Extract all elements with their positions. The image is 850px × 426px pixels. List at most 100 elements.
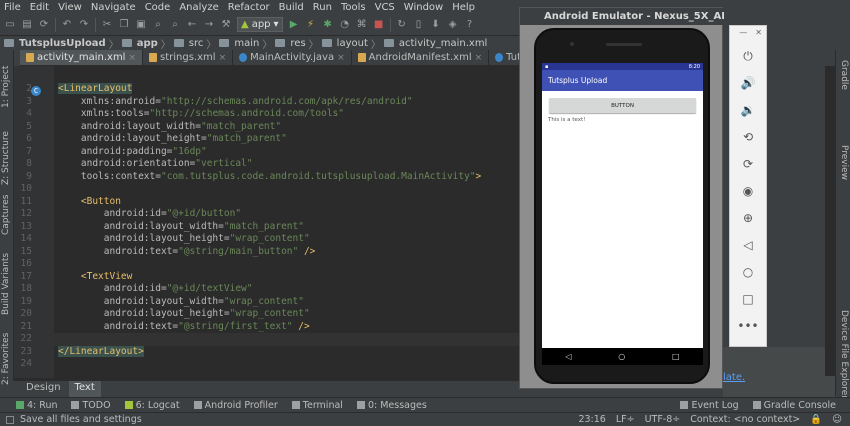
context-indicator[interactable]: Context: <no context>: [690, 414, 800, 425]
close-tab-icon[interactable]: ×: [337, 53, 345, 63]
left-tool-window-button[interactable]: Captures: [1, 195, 11, 235]
zoom-icon[interactable]: ⊕: [740, 210, 756, 226]
find-icon[interactable]: ⌕: [152, 19, 164, 31]
editor-tab[interactable]: strings.xml ×: [143, 50, 234, 65]
undo-icon[interactable]: ↶: [61, 19, 73, 31]
tab-text[interactable]: Text: [68, 381, 101, 397]
bottom-right-tool-button[interactable]: Event Log: [680, 400, 739, 411]
forward-icon[interactable]: →: [203, 19, 215, 31]
paste-icon[interactable]: ▣: [135, 19, 147, 31]
bottom-tool-button[interactable]: TODO: [71, 400, 111, 411]
menu-item-tools[interactable]: Tools: [341, 2, 366, 13]
left-tool-window-button[interactable]: 2: Favorites: [1, 333, 11, 385]
right-tool-window-button[interactable]: Gradle: [839, 60, 849, 90]
back-icon[interactable]: ◁: [740, 237, 756, 253]
home-icon[interactable]: ○: [740, 264, 756, 280]
more-icon[interactable]: •••: [737, 318, 758, 334]
attach-debugger-icon[interactable]: ⌘: [356, 19, 368, 31]
menu-item-help[interactable]: Help: [452, 2, 475, 13]
breadcrumb-item[interactable]: app: [137, 38, 158, 49]
menu-item-file[interactable]: File: [4, 2, 21, 13]
menu-item-navigate[interactable]: Navigate: [91, 2, 136, 13]
sdk-manager-icon[interactable]: ⬇: [430, 19, 442, 31]
open-folder-icon[interactable]: ▭: [4, 19, 16, 31]
link-fragment[interactable]: late.: [723, 372, 745, 383]
back-icon[interactable]: ←: [186, 19, 198, 31]
menu-item-run[interactable]: Run: [313, 2, 332, 13]
nav-recents-icon[interactable]: □: [672, 352, 680, 361]
help-icon[interactable]: ?: [464, 19, 476, 31]
bottom-tool-button[interactable]: 6: Logcat: [124, 400, 180, 411]
power-icon[interactable]: ⏻: [740, 48, 756, 64]
close-tab-icon[interactable]: ×: [219, 53, 227, 63]
rotate-left-icon[interactable]: ⟲: [740, 129, 756, 145]
breadcrumb-item[interactable]: layout: [337, 38, 368, 49]
editor-tab[interactable]: activity_main.xml ×: [20, 50, 144, 65]
editor-tab[interactable]: AndroidManifest.xml ×: [352, 50, 490, 65]
editor-tab[interactable]: MainActivity.java ×: [233, 50, 352, 65]
gradle-sync-icon[interactable]: ↻: [396, 19, 408, 31]
right-tool-window-button[interactable]: Preview: [839, 145, 849, 180]
menu-item-view[interactable]: View: [58, 2, 82, 13]
inspector-icon[interactable]: ☺: [832, 414, 842, 425]
sync-icon[interactable]: ⟳: [38, 19, 50, 31]
breadcrumb-item[interactable]: TutsplusUpload: [19, 38, 106, 49]
stop-icon[interactable]: ■: [373, 19, 385, 31]
caret-position[interactable]: 23:16: [578, 414, 605, 425]
screenshot-icon[interactable]: ◉: [740, 183, 756, 199]
avd-manager-icon[interactable]: ▯: [413, 19, 425, 31]
android-device-monitor-icon[interactable]: ◈: [447, 19, 459, 31]
nav-home-icon[interactable]: ○: [618, 352, 625, 361]
breadcrumb-item[interactable]: activity_main.xml: [399, 38, 487, 49]
status-toggle-icon[interactable]: [6, 415, 14, 424]
menu-item-vcs[interactable]: VCS: [375, 2, 395, 13]
close-tab-icon[interactable]: ×: [128, 53, 136, 63]
class-icon[interactable]: C: [31, 86, 41, 96]
menu-item-analyze[interactable]: Analyze: [179, 2, 218, 13]
breadcrumb-item[interactable]: src: [189, 38, 204, 49]
replace-icon[interactable]: ⌕: [169, 19, 181, 31]
breadcrumb-item[interactable]: res: [290, 38, 305, 49]
menu-item-code[interactable]: Code: [145, 2, 171, 13]
overview-icon[interactable]: □: [740, 291, 756, 307]
bottom-tool-button[interactable]: 4: Run: [16, 400, 57, 411]
app-button[interactable]: BUTTON: [549, 98, 696, 113]
menu-item-build[interactable]: Build: [279, 2, 304, 13]
copy-icon[interactable]: ❐: [118, 19, 130, 31]
lock-icon[interactable]: 🔒: [810, 414, 822, 425]
volume-up-icon[interactable]: 🔊: [740, 75, 756, 91]
device-screen[interactable]: ▪ 8:20 Tutsplus Upload BUTTON This is a …: [542, 63, 703, 348]
close-icon[interactable]: ✕: [755, 28, 762, 37]
left-tool-window-button[interactable]: 1: Project: [1, 66, 11, 108]
volume-down-icon[interactable]: 🔉: [740, 102, 756, 118]
save-icon[interactable]: ▤: [21, 19, 33, 31]
minimize-icon[interactable]: —: [739, 28, 747, 37]
bottom-tool-button[interactable]: Android Profiler: [193, 400, 278, 411]
file-encoding[interactable]: UTF-8÷: [645, 414, 681, 425]
make-project-icon[interactable]: ⚒: [220, 19, 232, 31]
bottom-right-tool-button[interactable]: Gradle Console: [752, 400, 836, 411]
menu-item-edit[interactable]: Edit: [30, 2, 49, 13]
menu-item-refactor[interactable]: Refactor: [228, 2, 270, 13]
right-tool-window-button[interactable]: Device File Explorer: [839, 310, 849, 399]
bottom-tool-button[interactable]: 0: Messages: [356, 400, 427, 411]
tab-design[interactable]: Design: [20, 381, 67, 397]
nav-back-icon[interactable]: ◁: [565, 352, 571, 361]
close-tab-icon[interactable]: ×: [475, 53, 483, 63]
cut-icon[interactable]: ✂: [101, 19, 113, 31]
editor-scroll-strip[interactable]: [825, 66, 835, 376]
breadcrumb-item[interactable]: main: [234, 38, 259, 49]
code-editor[interactable]: <LinearLayout xmlns:android="http://sche…: [54, 66, 520, 378]
redo-icon[interactable]: ↷: [78, 19, 90, 31]
rotate-right-icon[interactable]: ⟳: [740, 156, 756, 172]
run-config-select[interactable]: ▲ app ▾: [237, 17, 283, 32]
bottom-tool-button[interactable]: Terminal: [291, 400, 343, 411]
debug-icon[interactable]: ✱: [322, 19, 334, 31]
line-separator[interactable]: LF÷: [616, 414, 635, 425]
left-tool-window-button[interactable]: Build Variants: [1, 253, 11, 315]
apply-changes-icon[interactable]: ⚡: [305, 19, 317, 31]
left-tool-window-button[interactable]: Z: Structure: [1, 131, 11, 185]
profile-icon[interactable]: ◔: [339, 19, 351, 31]
menu-item-window[interactable]: Window: [404, 2, 443, 13]
run-icon[interactable]: ▶: [288, 19, 300, 31]
